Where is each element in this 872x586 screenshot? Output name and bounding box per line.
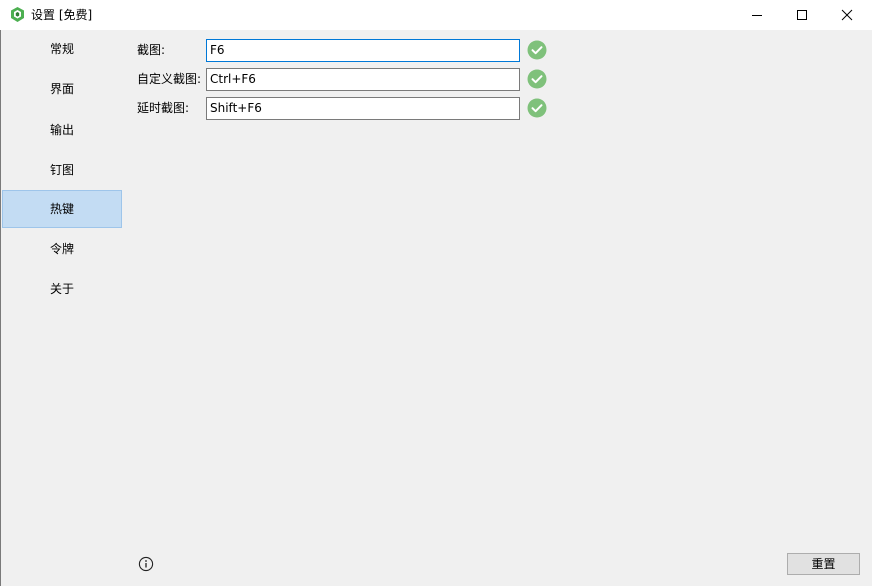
- sidebar-item-label: 钉图: [50, 163, 75, 177]
- sidebar-item-label: 令牌: [50, 242, 75, 256]
- close-icon: [841, 9, 853, 21]
- sidebar-item-label: 关于: [50, 282, 75, 296]
- sidebar-item-output[interactable]: 输出: [2, 111, 122, 149]
- close-button[interactable]: [824, 0, 870, 30]
- sidebar-item-label: 界面: [50, 82, 75, 96]
- sidebar-item-label: 热键: [50, 202, 75, 216]
- sidebar: 常规 界面 输出 钉图 热键 令牌 关于: [1, 30, 122, 320]
- screenshot-hotkey-input[interactable]: F6: [206, 39, 520, 62]
- check-circle-icon: [527, 69, 547, 89]
- maximize-icon: [797, 10, 807, 20]
- check-circle-icon: [527, 98, 547, 118]
- sidebar-item-label: 常规: [50, 42, 75, 56]
- sidebar-item-hotkeys[interactable]: 热键: [2, 190, 122, 228]
- delay-screenshot-hotkey-input[interactable]: Shift+F6: [206, 97, 520, 120]
- minimize-icon: [752, 15, 762, 16]
- sidebar-item-label: 输出: [50, 123, 75, 137]
- sidebar-item-pin[interactable]: 钉图: [2, 151, 122, 189]
- check-circle-icon: [527, 40, 547, 60]
- title-bar: 设置 [免费]: [0, 0, 872, 30]
- screenshot-hotkey-label: 截图:: [137, 43, 166, 57]
- sidebar-item-token[interactable]: 令牌: [2, 230, 122, 268]
- sidebar-item-interface[interactable]: 界面: [2, 70, 122, 108]
- minimize-button[interactable]: [734, 0, 780, 30]
- window-title: 设置 [免费]: [31, 8, 93, 22]
- info-icon[interactable]: [138, 556, 154, 572]
- reset-button[interactable]: 重置: [787, 553, 860, 575]
- custom-screenshot-hotkey-input[interactable]: Ctrl+F6: [206, 68, 520, 91]
- app-logo-icon: [11, 7, 24, 22]
- sidebar-item-about[interactable]: 关于: [2, 270, 122, 308]
- custom-screenshot-hotkey-label: 自定义截图:: [137, 72, 202, 86]
- delay-screenshot-hotkey-label: 延时截图:: [137, 101, 190, 115]
- sidebar-item-general[interactable]: 常规: [2, 30, 122, 68]
- maximize-button[interactable]: [779, 0, 825, 30]
